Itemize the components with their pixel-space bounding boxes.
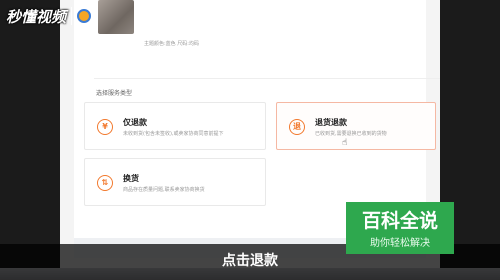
badge-title: 百科全说 [361,210,438,232]
option-description: 未收到货(包含未签收),或卖家协商同意前提下 [123,131,224,137]
service-type-label: 选择服务类型 [96,90,133,97]
product-subtitle: 主题颜色:蓝色 尺码:均码 [144,41,199,47]
cursor-pointer-icon: ☝ [342,138,348,148]
badge-subtitle: 助你轻松解决 [370,238,430,249]
refund-icon: ¥ [97,119,113,135]
baike-badge: 百科全说 助你轻松解决 [346,202,454,254]
option-title: 换货 [123,174,139,183]
option-description: 商品存在质量问题,联系卖家协商换货 [123,187,205,193]
option-return-refund[interactable]: 退 退货退款 已收到货,需要退换已收到的货物 [276,102,436,150]
video-logo: 秒懂视频 [6,2,92,30]
logo-text: 秒懂视频 [6,7,67,26]
product-thumbnail [98,0,134,34]
brand-mark-icon [77,9,92,23]
divider [94,78,440,79]
option-title: 退货退款 [315,118,347,127]
option-title: 仅退款 [123,118,147,127]
exchange-icon: ⇅ [97,175,113,191]
option-refund-only[interactable]: ¥ 仅退款 未收到货(包含未签收),或卖家协商同意前提下 [84,102,266,150]
option-exchange[interactable]: ⇅ 换货 商品存在质量问题,联系卖家协商换货 [84,158,266,206]
return-refund-icon: 退 [289,119,305,135]
option-description: 已收到货,需要退换已收到的货物 [315,131,387,137]
logo-separator [71,7,73,25]
